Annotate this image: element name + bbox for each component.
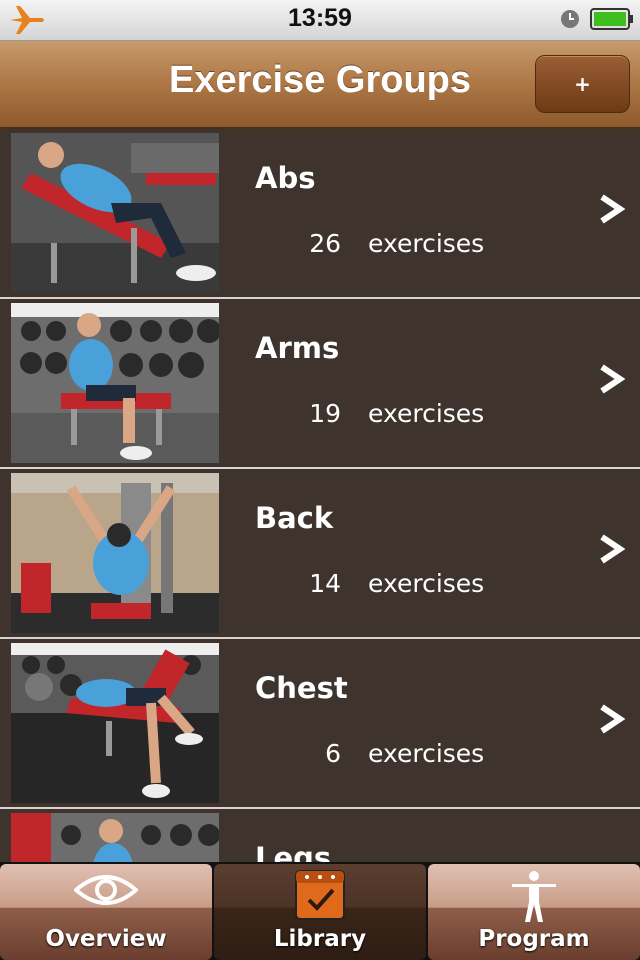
tab-bar: Overview Library Program: [0, 862, 640, 960]
exercise-unit: exercises: [368, 569, 485, 598]
exercise-count: 14: [309, 569, 341, 598]
chest-thumbnail: [11, 643, 219, 803]
group-name: Legs: [255, 841, 332, 862]
exercise-unit: exercises: [368, 739, 485, 768]
list-item-abs[interactable]: Abs 26 exercises: [0, 129, 640, 299]
list-item-back[interactable]: Back 14 exercises: [0, 469, 640, 639]
back-thumbnail: [11, 473, 219, 633]
tab-library[interactable]: Library: [214, 864, 426, 960]
tab-program[interactable]: Program: [428, 864, 640, 960]
person-icon: [512, 871, 556, 922]
tab-overview[interactable]: Overview: [0, 864, 212, 960]
exercise-count: 6: [325, 739, 341, 768]
battery-icon: [590, 8, 633, 30]
exercise-count: 26: [309, 229, 341, 258]
group-name: Back: [255, 501, 334, 535]
add-group-button[interactable]: +: [535, 55, 630, 113]
eye-icon: [74, 875, 138, 905]
exercise-unit: exercises: [368, 229, 485, 258]
group-name: Abs: [255, 161, 316, 195]
exercise-count: 19: [309, 399, 341, 428]
exercise-unit: exercises: [368, 399, 485, 428]
list-item-arms[interactable]: Arms 19 exercises: [0, 299, 640, 469]
alarm-clock-icon: [561, 10, 579, 28]
group-name: Chest: [255, 671, 348, 705]
group-name: Arms: [255, 331, 340, 365]
abs-thumbnail: [11, 133, 219, 293]
tab-label: Library: [273, 926, 367, 952]
list-item-chest[interactable]: Chest 6 exercises: [0, 639, 640, 809]
arms-thumbnail: [11, 303, 219, 463]
exercise-group-list: Abs 26 exercises Arms 19 exercises Back …: [0, 129, 640, 862]
chevron-right-icon: [600, 704, 626, 734]
status-bar: 13:59: [0, 0, 640, 41]
tab-label: Program: [478, 926, 590, 952]
tab-label: Overview: [45, 926, 167, 952]
chevron-right-icon: [600, 194, 626, 224]
checked-calendar-icon: [295, 870, 345, 920]
legs-thumbnail: [11, 813, 219, 862]
list-item-legs[interactable]: Legs: [0, 809, 640, 862]
chevron-right-icon: [600, 364, 626, 394]
nav-bar: Exercise Groups +: [0, 41, 640, 129]
chevron-right-icon: [600, 534, 626, 564]
status-time: 13:59: [288, 4, 352, 32]
